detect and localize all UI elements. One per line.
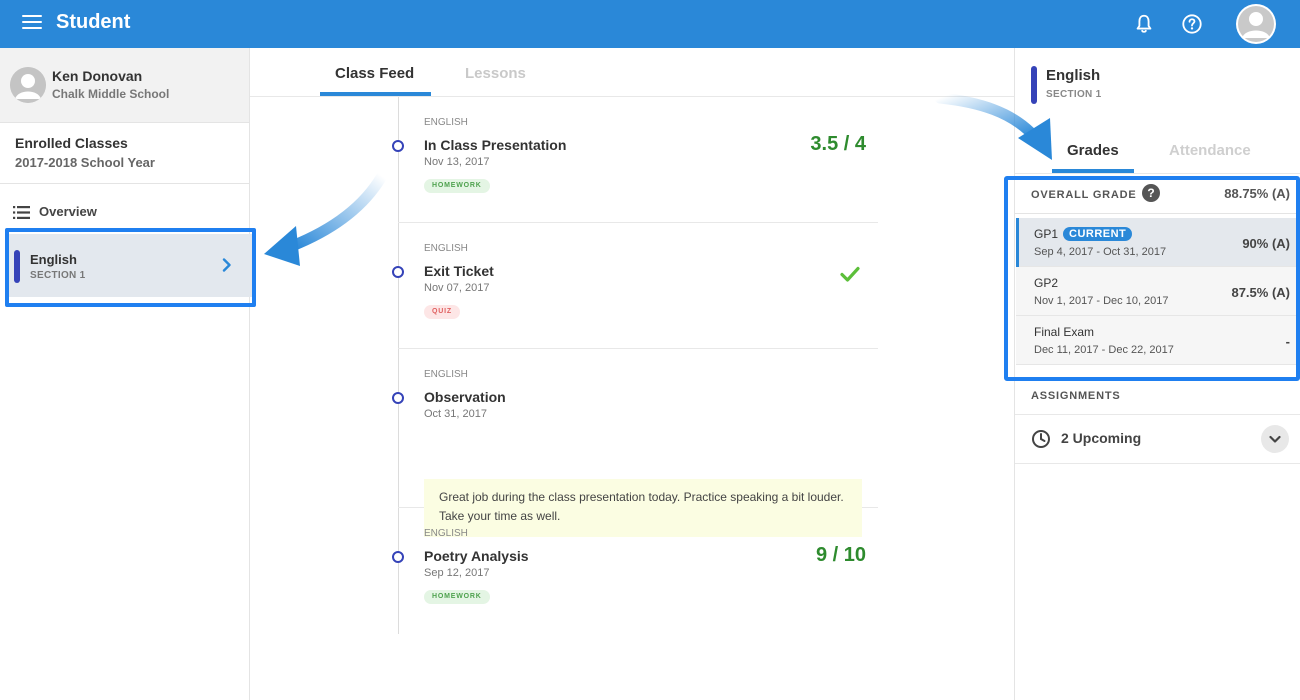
period-name: Final Exam — [1034, 325, 1095, 339]
class-color-bar — [14, 250, 20, 283]
quiz-badge: QUIZ — [424, 305, 460, 319]
feed-item-score: 9 / 10 — [815, 544, 866, 566]
tab-grades[interactable]: Grades — [1067, 142, 1119, 159]
school-year: 2017-2018 School Year — [15, 155, 155, 170]
chevron-down-icon — [1269, 435, 1281, 443]
tab-lessons[interactable]: Lessons — [465, 65, 526, 82]
active-row-indicator — [1016, 218, 1019, 267]
feed-item-title: Poetry Analysis — [424, 548, 529, 564]
upcoming-assignments[interactable]: 2 Upcoming — [1015, 414, 1300, 464]
overview-label: Overview — [39, 204, 97, 219]
feed-item-title: In Class Presentation — [424, 137, 567, 153]
assignments-label: ASSIGNMENTS — [1031, 390, 1121, 402]
avatar — [10, 67, 46, 103]
class-section: SECTION 1 — [1046, 89, 1102, 100]
upcoming-label: 2 Upcoming — [1061, 430, 1142, 446]
overall-grade-label: OVERALL GRADE — [1031, 189, 1137, 201]
feed-item-subject: ENGLISH — [424, 528, 468, 539]
grading-period-row[interactable]: GP1 CURRENT Sep 4, 2017 - Oct 31, 2017 9… — [1016, 218, 1300, 267]
tab-attendance[interactable]: Attendance — [1169, 142, 1251, 159]
bell-icon[interactable] — [1133, 13, 1155, 35]
help-icon[interactable] — [1181, 13, 1203, 35]
feed-item[interactable]: ENGLISH In Class Presentation Nov 13, 20… — [392, 97, 878, 223]
feed-item-date: Nov 07, 2017 — [424, 282, 490, 294]
period-grade: 87.5% (A) — [1231, 285, 1290, 300]
feed-item-date: Oct 31, 2017 — [424, 408, 487, 420]
active-tab-indicator — [320, 92, 431, 96]
user-name: Ken Donovan — [52, 68, 143, 84]
class-section: SECTION 1 — [30, 270, 86, 281]
feed-item-score: 3.5 / 4 — [810, 133, 866, 155]
feed-tabs: Class Feed Lessons — [250, 48, 1014, 97]
class-color-bar — [1031, 66, 1037, 104]
period-name: GP2 — [1034, 276, 1059, 290]
feed-item-title: Observation — [424, 389, 506, 405]
homework-badge: HOMEWORK — [424, 179, 490, 193]
period-name: GP1 — [1034, 227, 1059, 241]
school-name: Chalk Middle School — [52, 87, 170, 101]
menu-icon[interactable] — [22, 15, 42, 31]
feed-item[interactable]: ENGLISH Exit Ticket Nov 07, 2017 QUIZ — [392, 223, 878, 349]
enrolled-title: Enrolled Classes — [15, 135, 128, 151]
chevron-right-icon — [222, 258, 231, 272]
clock-icon — [1032, 430, 1050, 448]
homework-badge: HOMEWORK — [424, 590, 490, 604]
top-bar: Student — [0, 0, 1300, 48]
avatar[interactable] — [1236, 4, 1276, 44]
class-name: English — [1046, 67, 1101, 84]
feed-item-subject: ENGLISH — [424, 369, 468, 380]
active-tab-indicator — [1052, 169, 1134, 173]
expand-button[interactable] — [1261, 425, 1289, 453]
period-grade: 90% (A) — [1242, 236, 1290, 251]
grading-period-row[interactable]: GP2 Nov 1, 2017 - Dec 10, 2017 87.5% (A) — [1016, 267, 1300, 316]
timeline-dot — [392, 140, 404, 152]
check-icon — [840, 266, 860, 282]
current-badge: CURRENT — [1063, 227, 1133, 241]
timeline-dot — [392, 266, 404, 278]
timeline-dot — [392, 551, 404, 563]
sidebar: Ken Donovan Chalk Middle School Enrolled… — [0, 48, 252, 700]
class-name: English — [30, 252, 77, 267]
grades-panel: English SECTION 1 Grades Attendance OVER… — [1014, 48, 1300, 700]
question-icon[interactable]: ? — [1142, 184, 1160, 202]
feed-item-date: Sep 12, 2017 — [424, 567, 490, 579]
tab-class-feed[interactable]: Class Feed — [335, 65, 414, 82]
enrolled-classes: Enrolled Classes 2017-2018 School Year — [0, 123, 249, 184]
feed-item-date: Nov 13, 2017 — [424, 156, 490, 168]
app-title: Student — [56, 11, 131, 33]
period-dates: Dec 11, 2017 - Dec 22, 2017 — [1034, 344, 1174, 356]
list-icon — [13, 206, 30, 219]
grades-tabs: Grades Attendance — [1015, 128, 1300, 174]
class-feed: Class Feed Lessons ENGLISH In Class Pres… — [250, 48, 1014, 700]
feed-item-subject: ENGLISH — [424, 117, 468, 128]
feed-item[interactable]: ENGLISH Observation Oct 31, 2017 Great j… — [392, 349, 878, 537]
profile: Ken Donovan Chalk Middle School — [0, 48, 249, 123]
overview-link[interactable]: Overview — [0, 202, 249, 224]
overall-grade: OVERALL GRADE ? 88.75% (A) — [1015, 174, 1300, 214]
feed-item-title: Exit Ticket — [424, 263, 494, 279]
period-dates: Sep 4, 2017 - Oct 31, 2017 — [1034, 246, 1167, 258]
sidebar-item-english[interactable]: English SECTION 1 — [8, 234, 252, 297]
overall-grade-value: 88.75% (A) — [1224, 186, 1290, 201]
feed-item[interactable]: ENGLISH Poetry Analysis Sep 12, 2017 HOM… — [392, 508, 878, 634]
timeline-dot — [392, 392, 404, 404]
feed-item-subject: ENGLISH — [424, 243, 468, 254]
grading-period-row[interactable]: Final Exam Dec 11, 2017 - Dec 22, 2017 - — [1016, 316, 1300, 365]
period-grade: - — [1285, 334, 1290, 349]
period-dates: Nov 1, 2017 - Dec 10, 2017 — [1034, 295, 1169, 307]
